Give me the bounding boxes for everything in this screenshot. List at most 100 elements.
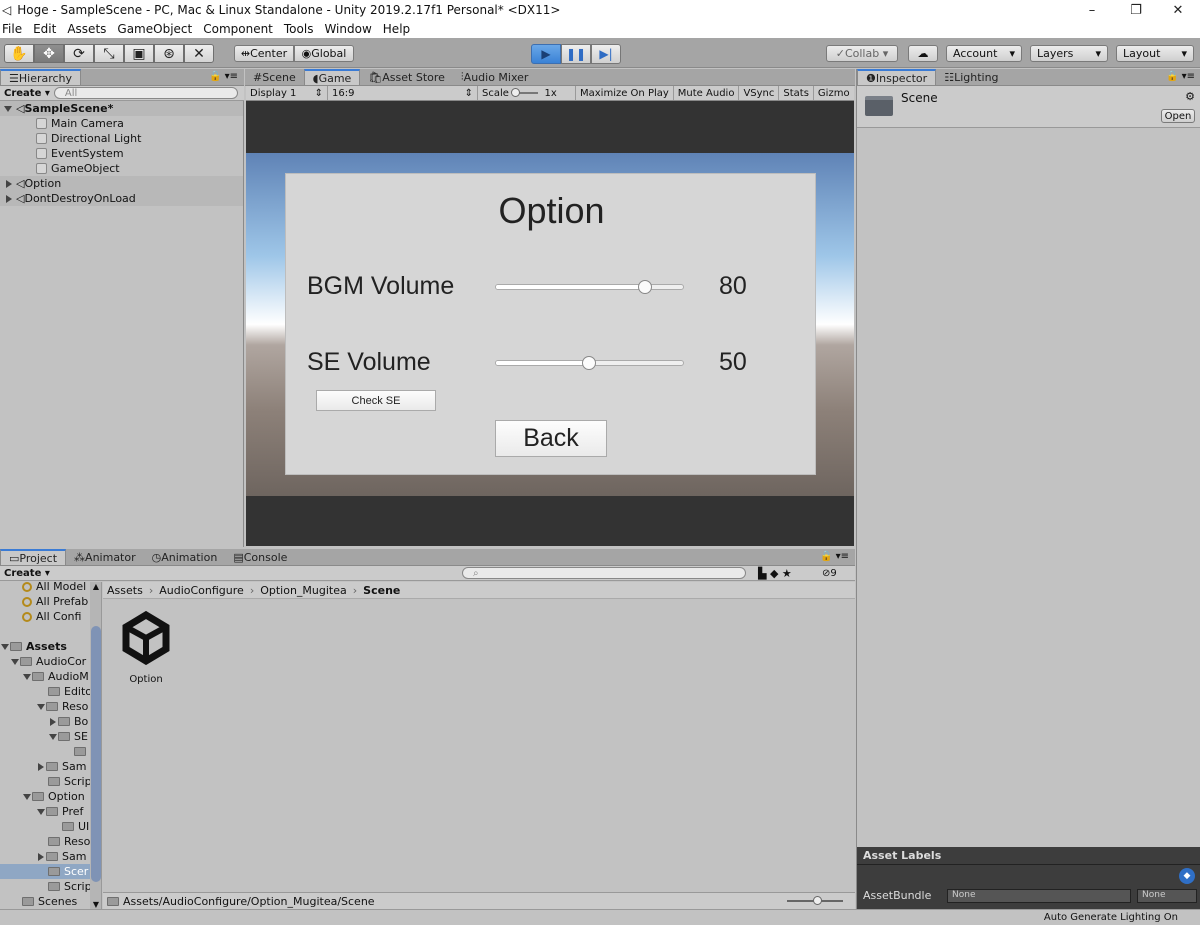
tab-animation[interactable]: ◷ Animation [144, 549, 226, 565]
unity-scene-asset-icon [122, 610, 170, 666]
menu-file[interactable]: File [2, 22, 25, 36]
asset-option-scene[interactable]: Option [118, 609, 174, 685]
breadcrumb-item[interactable]: AudioConfigure [159, 584, 244, 597]
breadcrumb-item-current[interactable]: Scene [363, 584, 400, 597]
tab-lighting[interactable]: ☷ Lighting [936, 69, 1006, 85]
tab-audio-mixer[interactable]: ⫶ Audio Mixer [453, 69, 537, 85]
main-toolbar: ✋ ✥ ⟳ ⤡ ▣ ⊛ ✕ ⇹ Center ◉ Global ▶ ❚❚ ▶| ✓ C… [0, 38, 1200, 68]
back-button[interactable]: Back [495, 420, 607, 457]
hierarchy-item-eventsystem[interactable]: EventSystem [36, 146, 124, 161]
cloud-button[interactable]: ☁ [908, 45, 938, 62]
se-volume-slider[interactable] [495, 356, 684, 370]
account-dropdown[interactable]: Account ▾ [946, 45, 1022, 62]
panel-menu-icon[interactable]: 🔒 ▾≡ [820, 551, 849, 562]
asset-variant-dropdown[interactable]: None [1137, 889, 1197, 903]
hierarchy-item-directional-light[interactable]: Directional Light [36, 131, 141, 146]
scroll-down-icon[interactable]: ▼ [90, 900, 101, 909]
hierarchy-item-label: EventSystem [51, 147, 124, 160]
move-tool-icon[interactable]: ✥ [34, 44, 64, 63]
icon-size-slider[interactable] [787, 896, 843, 905]
open-button[interactable]: Open [1161, 109, 1195, 123]
close-icon[interactable]: ✕ [1156, 0, 1200, 20]
stats-toggle[interactable]: Stats [779, 86, 814, 100]
menu-window[interactable]: Window [324, 22, 374, 36]
tag-icon[interactable]: ◆ [1179, 868, 1195, 884]
pause-button[interactable]: ❚❚ [561, 44, 591, 64]
hierarchy-item-option[interactable]: ◁ Option [0, 176, 61, 191]
project-subbar: Create ▾ ⌕ ▙ ◆ ★ ⊘9 [0, 566, 855, 581]
menu-gameobject[interactable]: GameObject [117, 22, 195, 36]
rect-tool-icon[interactable]: ▣ [124, 44, 154, 63]
breadcrumb-item[interactable]: Option_Mugitea [260, 584, 347, 597]
layout-dropdown[interactable]: Layout ▾ [1116, 45, 1194, 62]
hierarchy-item-main-camera[interactable]: Main Camera [36, 116, 124, 131]
tree-label: Reso [62, 700, 89, 713]
hierarchy-item-samplescene[interactable]: ◁ SampleScene* [0, 101, 113, 116]
collapse-arrow-icon [6, 194, 12, 203]
tree-audioconfigure[interactable]: AudioCor [10, 654, 100, 669]
filter-icons[interactable]: ▙ ◆ ★ [758, 567, 792, 580]
hand-tool-icon[interactable]: ✋ [4, 44, 34, 63]
display-dropdown[interactable]: Display 1 ⇕ [246, 86, 328, 100]
menu-assets[interactable]: Assets [67, 22, 109, 36]
bgm-volume-slider[interactable] [495, 280, 684, 294]
tab-scene[interactable]: # Scene [245, 69, 304, 85]
minimize-icon[interactable]: – [1070, 0, 1114, 20]
menu-edit[interactable]: Edit [33, 22, 59, 36]
menu-component[interactable]: Component [203, 22, 276, 36]
layers-dropdown[interactable]: Layers ▾ [1030, 45, 1108, 62]
asset-bundle-dropdown[interactable]: None [947, 889, 1131, 903]
tab-animator[interactable]: ⁂ Animator [66, 549, 144, 565]
play-button[interactable]: ▶ [531, 44, 561, 64]
pivot-global-button[interactable]: ◉ Global [294, 45, 354, 62]
rotate-tool-icon[interactable]: ⟳ [64, 44, 94, 63]
panel-menu-icon[interactable]: 🔒 ▾≡ [1166, 71, 1195, 82]
vsync-toggle[interactable]: VSync [739, 86, 780, 100]
icon-size-knob[interactable] [813, 896, 822, 905]
breadcrumb-item[interactable]: Assets [107, 584, 143, 597]
se-slider-knob[interactable] [581, 356, 596, 370]
aspect-dropdown[interactable]: 16:9 ⇕ [328, 86, 478, 100]
project-create-button[interactable]: Create ▾ [0, 568, 54, 579]
scale-tool-icon[interactable]: ⤡ [94, 44, 124, 63]
tree-scroll-thumb[interactable] [91, 626, 101, 882]
scale-slider[interactable]: Scale 1x [478, 86, 576, 100]
collab-button[interactable]: ✓ Collab ▾ [826, 45, 898, 62]
tab-inspector[interactable]: ❶ Inspector [857, 69, 937, 85]
mute-audio-toggle[interactable]: Mute Audio [674, 86, 740, 100]
tab-game[interactable]: ◖ Game [303, 69, 361, 85]
tab-console[interactable]: ▤ Console [225, 549, 295, 565]
project-path: Assets/AudioConfigure/Option_Mugitea/Sce… [123, 894, 375, 908]
project-search-input[interactable]: ⌕ [462, 567, 746, 579]
menu-help[interactable]: Help [383, 22, 413, 36]
maximize-on-play-toggle[interactable]: Maximize On Play [576, 86, 674, 100]
hierarchy-panel: ☰ Hierarchy 🔒 ▾≡ Create ▾ All ◁ SampleSc… [0, 69, 244, 547]
game-view[interactable]: Option BGM Volume 80 SE Volume 50 Check … [246, 101, 854, 546]
tree-assets[interactable]: Assets [0, 639, 90, 654]
hierarchy-subbar: Create ▾ All [0, 86, 244, 101]
pivot-center-button[interactable]: ⇹ Center [234, 45, 294, 62]
scroll-up-icon[interactable]: ▲ [90, 582, 101, 591]
hierarchy-create-button[interactable]: Create ▾ [0, 88, 54, 99]
tab-audio-mixer-label: Audio Mixer [463, 70, 529, 84]
hierarchy-item-dontdestroyonload[interactable]: ◁ DontDestroyOnLoad [0, 191, 136, 206]
scale-knob[interactable] [511, 88, 521, 97]
transform-tool-icon[interactable]: ⊛ [154, 44, 184, 63]
settings-gear-icon[interactable]: ⚙ [1185, 90, 1195, 103]
tab-project[interactable]: ▭ Project [0, 549, 67, 565]
tab-asset-store[interactable]: 🛍 Asset Store [360, 69, 453, 85]
tab-hierarchy[interactable]: ☰ Hierarchy [0, 69, 82, 85]
tree-scrollbar[interactable]: ▲ ▼ [90, 582, 101, 909]
gizmos-toggle[interactable]: Gizmo [814, 86, 854, 100]
step-button[interactable]: ▶| [591, 44, 621, 64]
bgm-slider-knob[interactable] [637, 280, 652, 294]
check-se-button[interactable]: Check SE [316, 390, 436, 411]
restore-icon[interactable]: ❐ [1114, 0, 1158, 20]
hidden-count[interactable]: ⊘9 [822, 568, 837, 579]
hierarchy-search-input[interactable]: All [53, 87, 238, 99]
custom-tool-icon[interactable]: ✕ [184, 44, 214, 63]
menu-tools[interactable]: Tools [284, 22, 317, 36]
hierarchy-item-gameobject[interactable]: GameObject [36, 161, 120, 176]
panel-menu-icon[interactable]: 🔒 ▾≡ [209, 71, 238, 82]
scale-label: Scale [482, 87, 509, 99]
